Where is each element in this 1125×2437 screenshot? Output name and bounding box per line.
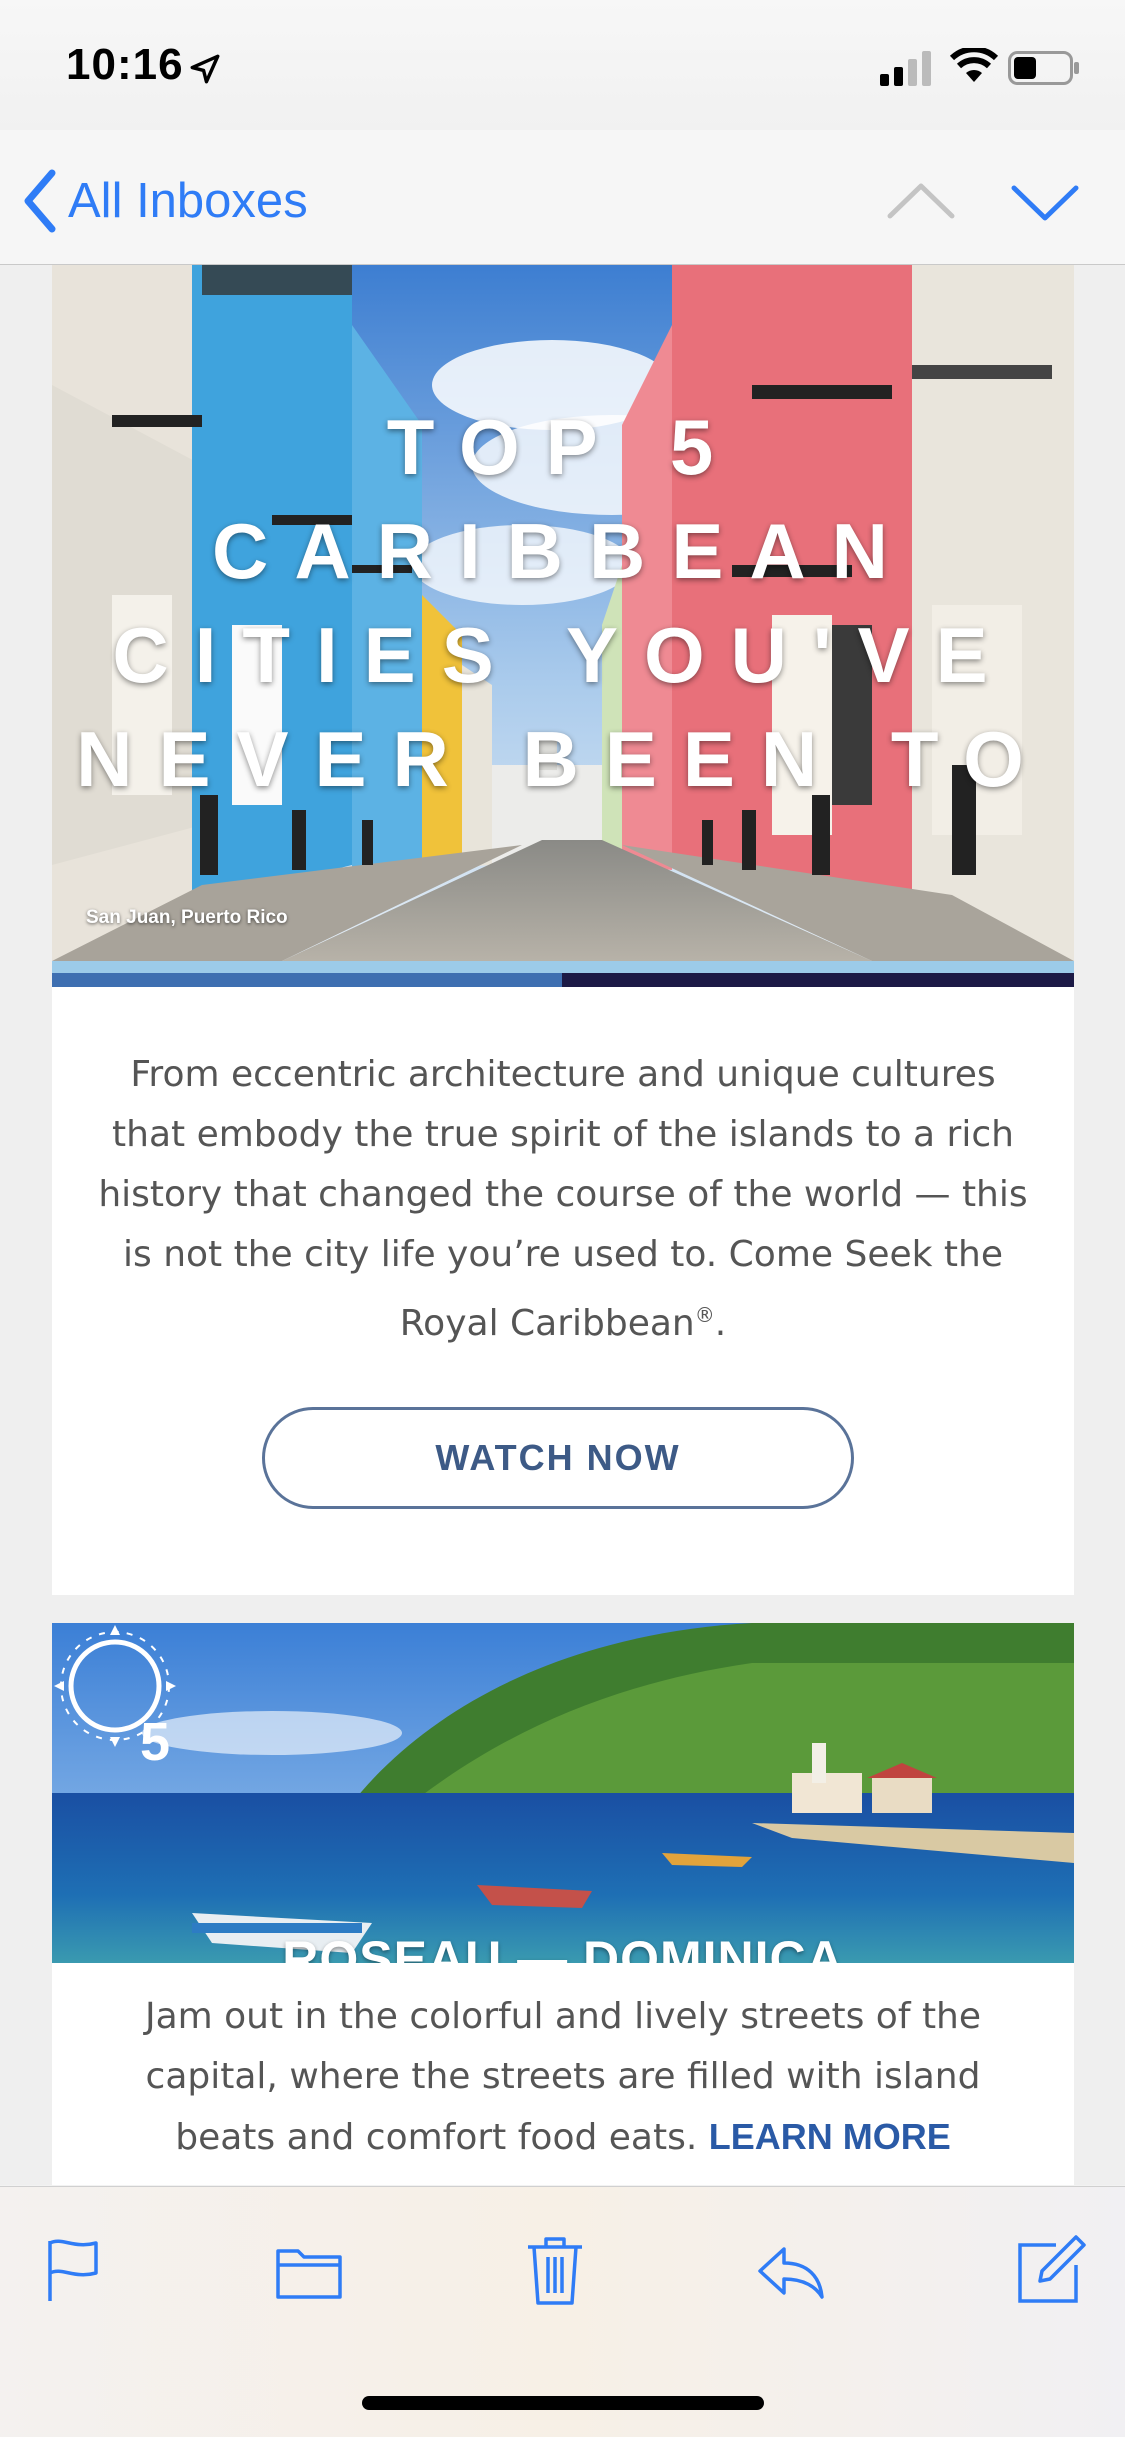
hero-title-line-1: TOP 5 CARIBBEAN	[212, 403, 914, 595]
back-button[interactable]: All Inboxes	[20, 166, 308, 236]
hero-title-line-2: CITIES YOU'VE	[112, 611, 1014, 699]
wifi-icon	[950, 48, 998, 82]
registered-mark: ®	[694, 1303, 715, 1327]
status-time: 10:16	[66, 40, 184, 89]
hero-caption: San Juan, Puerto Rico	[86, 907, 288, 928]
city-card: 5 ROSEAU — DOMINICA Jam out in the color…	[52, 1623, 1074, 2185]
learn-more-link[interactable]: LEARN MORE	[709, 2116, 951, 2157]
divider-band-navy	[562, 973, 1074, 987]
compose-icon[interactable]	[1016, 2235, 1086, 2305]
roseau-image: 5 ROSEAU — DOMINICA	[52, 1623, 1074, 1963]
folder-icon[interactable]	[274, 2235, 344, 2305]
location-arrow-icon	[190, 54, 220, 84]
intro-paragraph: From eccentric architecture and unique c…	[92, 1045, 1034, 1354]
next-message-icon[interactable]	[1010, 174, 1080, 230]
hero-image: TOP 5 CARIBBEAN CITIES YOU'VE NEVER BEEN…	[52, 265, 1074, 961]
home-indicator[interactable]	[362, 2396, 764, 2410]
navigation-bar: All Inboxes	[0, 130, 1125, 265]
watch-now-label: WATCH NOW	[435, 1437, 681, 1478]
intro-end: .	[714, 1303, 727, 1344]
intro-text: From eccentric architecture and unique c…	[98, 1054, 1028, 1344]
flag-icon[interactable]	[40, 2235, 110, 2305]
watch-now-button[interactable]: WATCH NOW	[262, 1407, 854, 1509]
status-bar: 10:16	[0, 0, 1125, 130]
battery-icon	[1008, 51, 1079, 85]
divider-band-blue	[52, 973, 562, 987]
back-label: All Inboxes	[68, 174, 308, 228]
divider-band-light	[52, 961, 1074, 973]
city-description: Jam out in the colorful and lively stree…	[92, 1987, 1034, 2168]
previous-message-icon[interactable]	[886, 174, 956, 230]
trash-icon[interactable]	[520, 2235, 590, 2305]
hero-title: TOP 5 CARIBBEAN CITIES YOU'VE NEVER BEEN…	[52, 395, 1074, 811]
intro-card: TOP 5 CARIBBEAN CITIES YOU'VE NEVER BEEN…	[52, 265, 1074, 1595]
city-title: ROSEAU — DOMINICA	[282, 1931, 844, 1963]
cellular-signal-icon	[880, 51, 931, 86]
email-body[interactable]: TOP 5 CARIBBEAN CITIES YOU'VE NEVER BEEN…	[0, 265, 1125, 2185]
hero-title-line-3: NEVER BEEN TO	[76, 715, 1050, 803]
city-rank-number: 5	[139, 1712, 171, 1772]
chevron-left-icon	[24, 169, 56, 233]
reply-icon[interactable]	[756, 2235, 826, 2305]
